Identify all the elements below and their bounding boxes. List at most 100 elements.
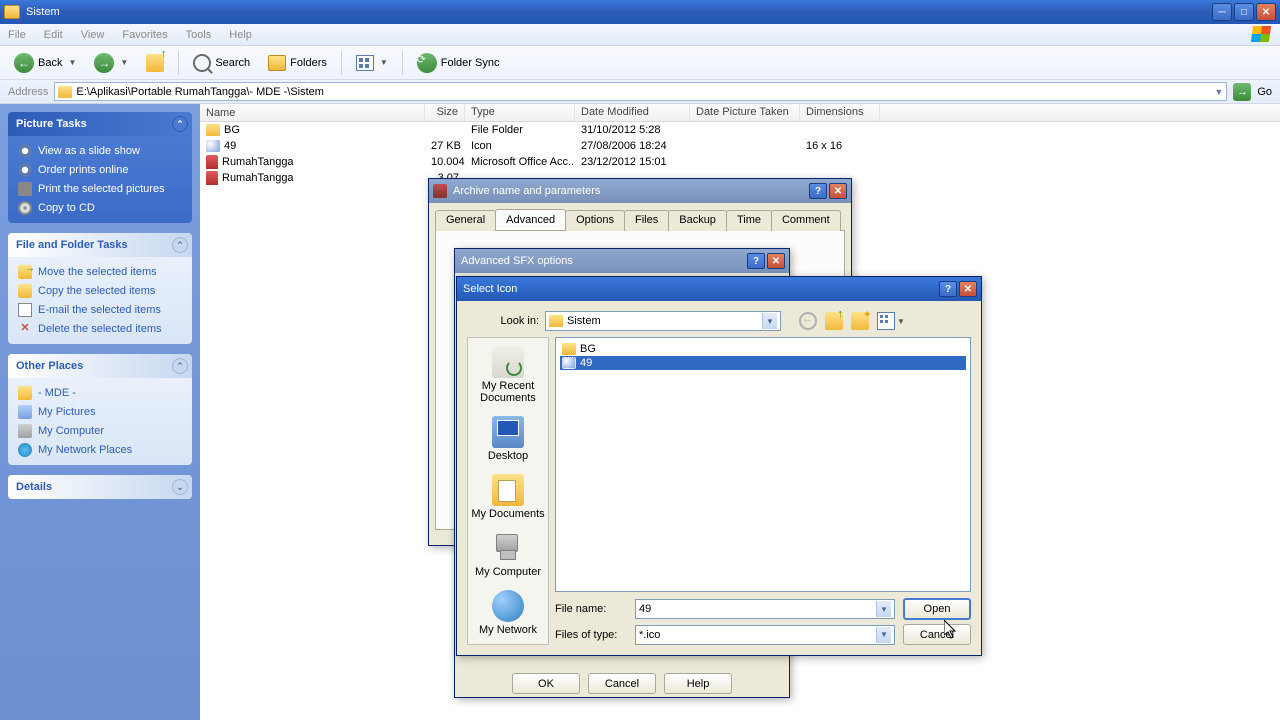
back-button[interactable]: ← Back ▼ [8, 50, 82, 76]
minimize-button[interactable]: ─ [1212, 3, 1232, 21]
open-button[interactable]: Open [903, 598, 971, 620]
collapse-icon[interactable]: ⌃ [172, 358, 188, 374]
col-picture-date[interactable]: Date Picture Taken [690, 104, 800, 121]
window-title: Sistem [26, 6, 1212, 18]
task-print[interactable]: Print the selected pictures [18, 182, 182, 196]
task-order-prints[interactable]: Order prints online [18, 163, 182, 177]
sfx-titlebar[interactable]: Advanced SFX options ? ✕ [455, 249, 789, 273]
dropdown-icon[interactable]: ▼ [1214, 87, 1223, 97]
file-type-combo[interactable]: *.ico ▼ [635, 625, 895, 645]
task-slideshow[interactable]: View as a slide show [18, 144, 182, 158]
up-button[interactable] [140, 50, 170, 76]
address-label: Address [8, 86, 48, 98]
place-pictures[interactable]: My Pictures [18, 405, 182, 419]
dropdown-icon[interactable]: ▼ [876, 627, 891, 643]
file-row[interactable]: RumahTangga 10.004 KB Microsoft Office A… [200, 154, 1280, 170]
col-size[interactable]: Size [425, 104, 465, 121]
select-icon-titlebar[interactable]: Select Icon ? ✕ [457, 277, 981, 301]
go-button[interactable]: → [1233, 83, 1251, 101]
cancel-button[interactable]: Cancel [588, 673, 656, 694]
place-recent[interactable]: My Recent Documents [469, 344, 547, 406]
maximize-button[interactable]: □ [1234, 3, 1254, 21]
tab-files[interactable]: Files [624, 210, 669, 231]
look-in-combo[interactable]: Sistem ▼ [545, 311, 781, 331]
column-headers[interactable]: Name Size Type Date Modified Date Pictur… [200, 104, 1280, 122]
folder-icon [18, 386, 32, 400]
database-icon [206, 155, 218, 169]
place-network[interactable]: My Network [469, 588, 547, 638]
print-icon [18, 182, 32, 196]
move-icon [18, 265, 32, 279]
menu-favorites[interactable]: Favorites [122, 29, 167, 41]
close-button[interactable]: ✕ [829, 183, 847, 199]
file-item-49[interactable]: 49 [560, 356, 966, 370]
place-network[interactable]: My Network Places [18, 443, 182, 457]
menu-edit[interactable]: Edit [44, 29, 63, 41]
task-copy[interactable]: Copy the selected items [18, 284, 182, 298]
tab-general[interactable]: General [435, 210, 496, 231]
help-button[interactable]: ? [809, 183, 827, 199]
place-documents[interactable]: My Documents [469, 472, 547, 522]
place-computer[interactable]: My Computer [469, 530, 547, 580]
tab-time[interactable]: Time [726, 210, 772, 231]
views-button[interactable] [877, 312, 895, 330]
tab-advanced[interactable]: Advanced [495, 209, 566, 230]
tab-options[interactable]: Options [565, 210, 625, 231]
task-delete[interactable]: ✕Delete the selected items [18, 322, 182, 336]
up-button[interactable] [825, 312, 843, 330]
help-button[interactable]: Help [664, 673, 732, 694]
file-tasks-header[interactable]: File and Folder Tasks ⌃ [8, 233, 192, 257]
file-row[interactable]: BG File Folder 31/10/2012 5:28 [200, 122, 1280, 138]
task-copy-cd[interactable]: Copy to CD [18, 201, 182, 215]
address-input[interactable]: E:\Aplikasi\Portable RumahTangga\- MDE -… [54, 82, 1227, 101]
forward-button[interactable]: → ▼ [88, 50, 134, 76]
menu-help[interactable]: Help [229, 29, 252, 41]
search-button[interactable]: Search [187, 50, 256, 76]
go-label[interactable]: Go [1257, 86, 1272, 98]
archive-titlebar[interactable]: Archive name and parameters ? ✕ [429, 179, 851, 203]
file-row[interactable]: 49 27 KB Icon 27/08/2006 18:24 16 x 16 [200, 138, 1280, 154]
menu-tools[interactable]: Tools [186, 29, 212, 41]
new-folder-button[interactable] [851, 312, 869, 330]
views-button[interactable]: ▼ [350, 50, 394, 76]
chevron-down-icon[interactable]: ▼ [897, 317, 905, 326]
col-dimensions[interactable]: Dimensions [800, 104, 880, 121]
close-button[interactable]: ✕ [767, 253, 785, 269]
close-button[interactable]: ✕ [1256, 3, 1276, 21]
place-desktop[interactable]: Desktop [469, 414, 547, 464]
icon-file-icon [562, 357, 576, 369]
folder-sync-button[interactable]: ⟳ Folder Sync [411, 50, 506, 76]
task-move[interactable]: Move the selected items [18, 265, 182, 279]
ok-button[interactable]: OK [512, 673, 580, 694]
collapse-icon[interactable]: ⌃ [172, 116, 188, 132]
dropdown-icon[interactable]: ▼ [762, 313, 777, 329]
back-button[interactable] [799, 312, 817, 330]
help-button[interactable]: ? [747, 253, 765, 269]
menubar: File Edit View Favorites Tools Help [0, 24, 1280, 46]
dropdown-icon[interactable]: ▼ [876, 601, 891, 617]
details-header[interactable]: Details ⌄ [8, 475, 192, 499]
help-button[interactable]: ? [939, 281, 957, 297]
tab-comment[interactable]: Comment [771, 210, 841, 231]
places-bar: My Recent Documents Desktop My Documents… [467, 337, 549, 645]
folders-button[interactable]: Folders [262, 50, 333, 76]
file-browser[interactable]: BG 49 [555, 337, 971, 592]
picture-tasks-header[interactable]: Picture Tasks ⌃ [8, 112, 192, 136]
menu-view[interactable]: View [81, 29, 105, 41]
place-mde[interactable]: - MDE - [18, 386, 182, 400]
tab-backup[interactable]: Backup [668, 210, 727, 231]
file-item-bg[interactable]: BG [560, 342, 966, 356]
other-places-header[interactable]: Other Places ⌃ [8, 354, 192, 378]
window-titlebar[interactable]: Sistem ─ □ ✕ [0, 0, 1280, 24]
collapse-icon[interactable]: ⌃ [172, 237, 188, 253]
col-type[interactable]: Type [465, 104, 575, 121]
col-date[interactable]: Date Modified [575, 104, 690, 121]
cancel-button[interactable]: Cancel [903, 624, 971, 645]
close-button[interactable]: ✕ [959, 281, 977, 297]
place-computer[interactable]: My Computer [18, 424, 182, 438]
task-email[interactable]: E-mail the selected items [18, 303, 182, 317]
file-name-input[interactable]: 49 ▼ [635, 599, 895, 619]
menu-file[interactable]: File [8, 29, 26, 41]
col-name[interactable]: Name [200, 104, 425, 121]
expand-icon[interactable]: ⌄ [172, 479, 188, 495]
